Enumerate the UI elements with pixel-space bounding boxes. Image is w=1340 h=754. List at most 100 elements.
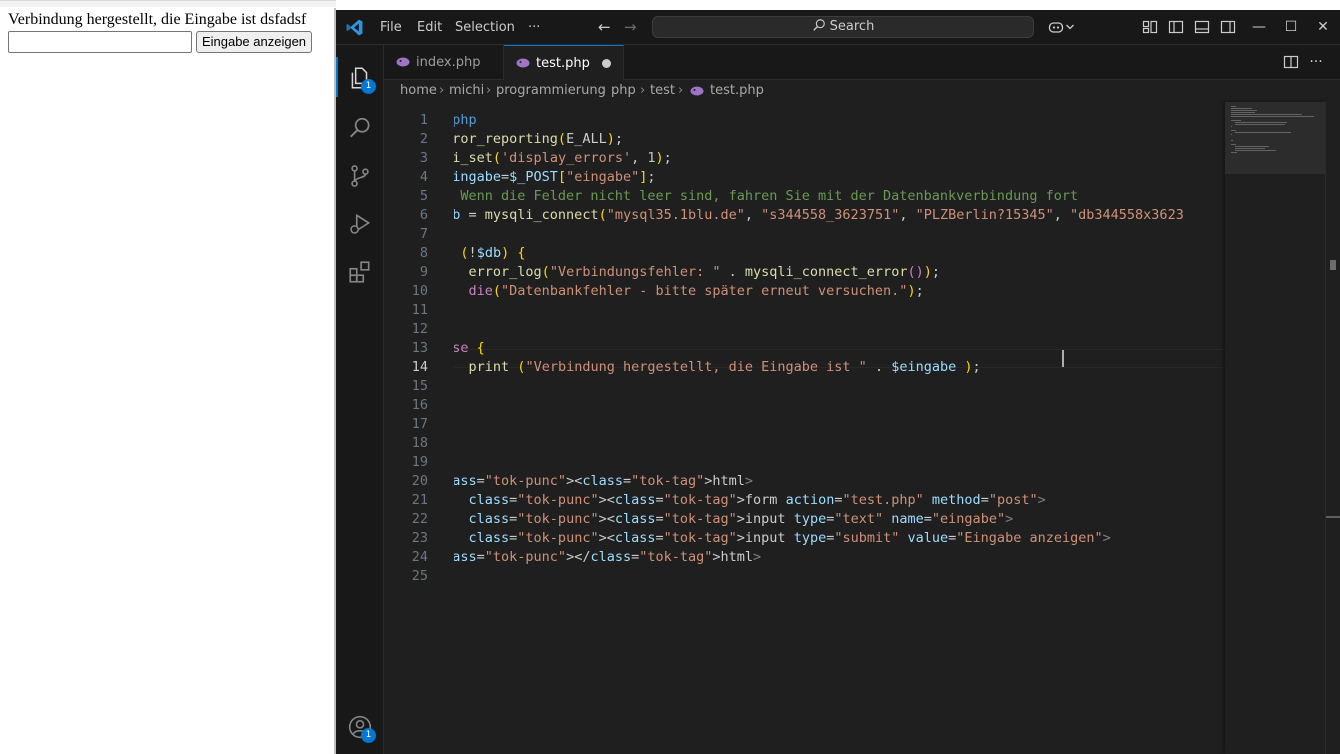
- tab-label: test.php: [536, 56, 590, 71]
- line-number: 22: [411, 511, 428, 527]
- breadcrumb-home[interactable]: home: [400, 80, 437, 102]
- eingabe-input[interactable]: [8, 31, 192, 53]
- code-editor[interactable]: 1 2 3 4 5 6 7 8 9 10 11 12 13 14 15 16 17 18 19 20 21 22 23 24 2…: [384, 102, 1225, 754]
- maximize-button[interactable]: ☐: [1276, 10, 1306, 45]
- code-line[interactable]: class="tok-punc"><class="tok-tag">input …: [454, 529, 1111, 548]
- title-bar: File Edit Selection ··· ← → Search — ☐ ✕: [336, 10, 1340, 45]
- code-line[interactable]: class="tok-punc"><class="tok-tag">html>: [454, 472, 753, 491]
- line-number: 4: [419, 169, 428, 185]
- breadcrumb: home › michi › programmierung › php › te…: [384, 80, 1340, 102]
- code-line[interactable]: class="tok-punc"><class="tok-tag">input …: [454, 510, 1014, 529]
- line-number: 1: [419, 112, 428, 128]
- code-line[interactable]: <?php: [454, 111, 477, 130]
- line-number: 18: [411, 435, 428, 451]
- chevron-down-icon[interactable]: [1065, 19, 1075, 35]
- toggle-secondary-sidebar-icon[interactable]: [1220, 19, 1236, 35]
- copilot-icon[interactable]: [1048, 19, 1064, 35]
- minimap[interactable]: [1225, 102, 1325, 754]
- breadcrumb-programmierung[interactable]: programmierung: [496, 80, 606, 102]
- line-number: 6: [419, 207, 428, 223]
- close-window-button[interactable]: ✕: [1308, 10, 1338, 45]
- go-back-icon[interactable]: ←: [598, 10, 611, 45]
- minimap-line: [1231, 120, 1241, 121]
- unsaved-changes-dot-icon[interactable]: [602, 59, 611, 68]
- editor-scrollbar[interactable]: [1325, 102, 1340, 754]
- command-center-search[interactable]: Search: [652, 16, 1034, 38]
- tab-label: index.php: [416, 55, 481, 70]
- line-number: 16: [411, 397, 428, 413]
- menu-selection[interactable]: Selection: [449, 10, 521, 45]
- code-line[interactable]: ini_set('display_errors', 1);: [454, 149, 672, 168]
- minimap-line: [1234, 132, 1292, 133]
- line-number: 21: [411, 492, 428, 508]
- php-file-icon: [396, 57, 410, 67]
- breadcrumb-test[interactable]: test: [650, 80, 675, 102]
- breadcrumb-michi[interactable]: michi: [449, 80, 484, 102]
- line-number: 8: [419, 245, 428, 261]
- scrollbar-position-marker: [1330, 260, 1336, 270]
- line-number: 15: [411, 378, 428, 394]
- search-icon: [812, 19, 825, 31]
- code-line[interactable]: if (!$db) {: [454, 244, 525, 263]
- search-label: Search: [829, 19, 875, 34]
- code-line[interactable]: $db = mysqli_connect("mysql35.1blu.de", …: [454, 206, 1184, 225]
- toggle-primary-sidebar-icon[interactable]: [1168, 19, 1184, 35]
- code-line[interactable]: die("Datenbankfehler - bitte später erne…: [454, 282, 924, 301]
- line-number: 7: [419, 226, 428, 242]
- toggle-panel-icon[interactable]: [1194, 19, 1210, 35]
- extensions-icon[interactable]: [347, 259, 373, 285]
- search-view-icon[interactable]: [347, 115, 373, 141]
- line-number: 24: [411, 549, 428, 565]
- minimap-line: [1231, 152, 1238, 153]
- split-editor-icon[interactable]: [1283, 54, 1299, 70]
- explorer-badge: 1: [361, 79, 376, 94]
- minimap-line: [1231, 116, 1314, 117]
- minimap-line: [1234, 150, 1276, 151]
- line-number: 10: [411, 283, 428, 299]
- minimap-line: [1231, 140, 1233, 141]
- go-forward-icon[interactable]: →: [624, 10, 637, 45]
- breadcrumb-file[interactable]: test.php: [710, 80, 764, 102]
- breadcrumb-separator: ›: [486, 83, 492, 98]
- customize-layout-icon[interactable]: [1142, 19, 1158, 35]
- minimap-line: [1231, 144, 1237, 145]
- tab-index-php[interactable]: index.php: [384, 45, 504, 80]
- code-line[interactable]: // Wenn die Felder nicht leer sind, fahr…: [454, 187, 1078, 206]
- menu-more[interactable]: ···: [522, 10, 546, 45]
- run-and-debug-icon[interactable]: [347, 211, 373, 237]
- breadcrumb-separator: ›: [678, 83, 684, 98]
- code-line[interactable]: class="tok-punc"></class="tok-tag">html>: [454, 548, 761, 567]
- line-number: 3: [419, 150, 428, 166]
- minimap-line: [1231, 126, 1232, 127]
- line-number: 5: [419, 188, 428, 204]
- php-output-text: Verbindung hergestellt, die Eingabe ist …: [8, 11, 307, 28]
- minimize-button[interactable]: —: [1244, 10, 1274, 45]
- minimap-line: [1231, 134, 1232, 135]
- tab-test-php[interactable]: test.php: [504, 45, 624, 81]
- code-area[interactable]: <?phperror_reporting(E_ALL);ini_set('dis…: [454, 102, 1225, 754]
- line-number-gutter: 1 2 3 4 5 6 7 8 9 10 11 12 13 14 15 16 17 18 19 20 21 22 23 24 2…: [384, 102, 454, 754]
- code-line[interactable]: else {: [454, 339, 485, 358]
- breadcrumb-separator: ›: [640, 83, 646, 98]
- menu-file[interactable]: File: [374, 10, 408, 45]
- line-number: 9: [419, 264, 428, 280]
- breadcrumb-separator: ›: [439, 83, 445, 98]
- eingabe-anzeigen-button[interactable]: Eingabe anzeigen: [196, 31, 312, 53]
- minimap-line: [1231, 112, 1256, 113]
- browser-top-edge: [0, 0, 336, 7]
- breadcrumb-php[interactable]: php: [611, 80, 636, 102]
- source-control-icon[interactable]: [347, 163, 373, 189]
- code-line[interactable]: error_reporting(E_ALL);: [454, 130, 623, 149]
- minimap-line: [1234, 124, 1285, 125]
- line-number: 12: [411, 321, 428, 337]
- more-actions-icon[interactable]: ···: [1308, 54, 1324, 70]
- code-line[interactable]: class="tok-punc"><class="tok-tag">form a…: [454, 491, 1046, 510]
- code-line[interactable]: print ("Verbindung hergestellt, die Eing…: [454, 358, 981, 377]
- vscode-logo-icon: [346, 19, 363, 36]
- menu-edit[interactable]: Edit: [411, 10, 448, 45]
- code-line[interactable]: $eingabe=$_POST["eingabe"];: [454, 168, 656, 187]
- vscode-window: File Edit Selection ··· ← → Search — ☐ ✕…: [336, 10, 1340, 754]
- line-number: 23: [411, 530, 428, 546]
- minimap-line: [1231, 110, 1258, 111]
- code-line[interactable]: error_log("Verbindungsfehler: " . mysqli…: [454, 263, 941, 282]
